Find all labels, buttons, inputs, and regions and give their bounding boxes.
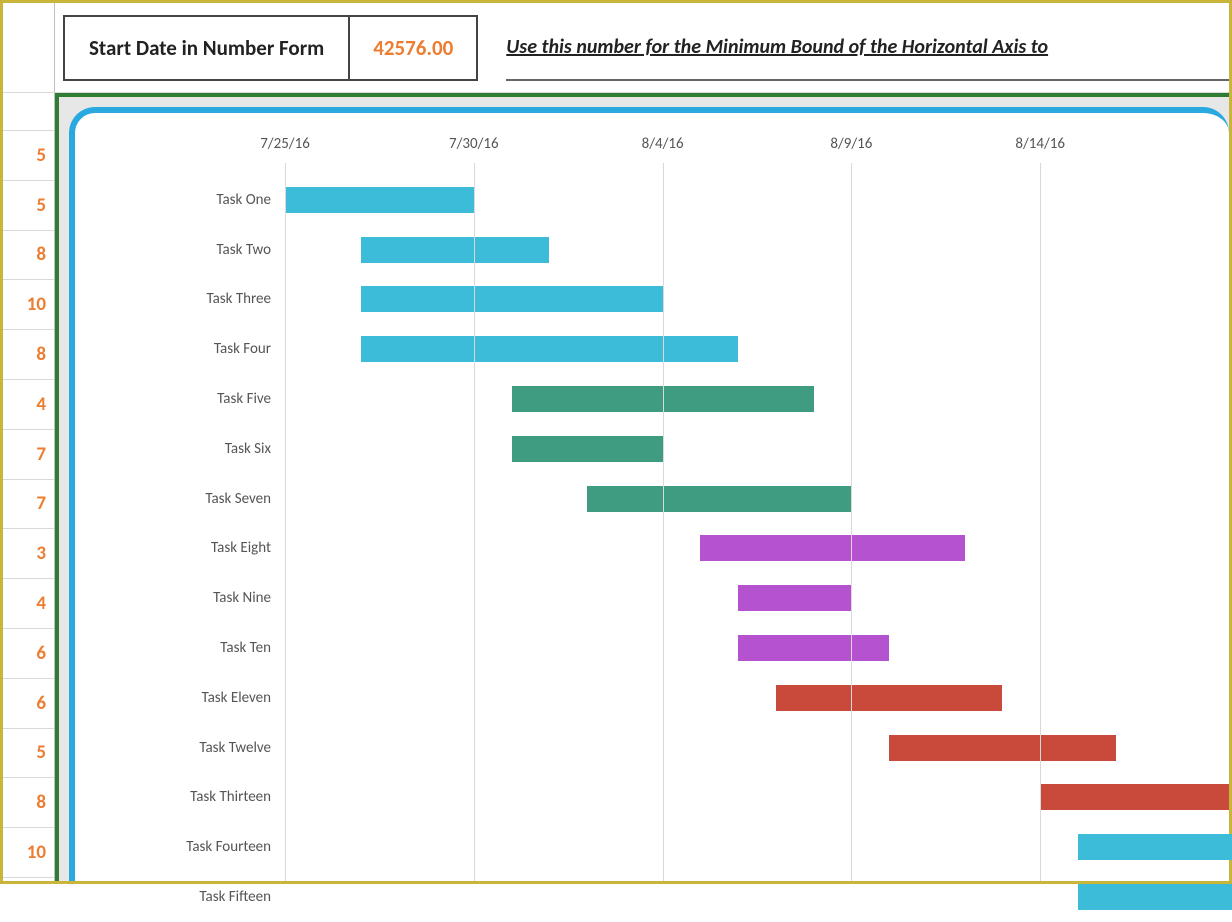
task-track	[285, 374, 1229, 424]
row-number: 10	[3, 828, 54, 878]
task-bar[interactable]	[512, 436, 663, 462]
task-label: Task Three	[105, 290, 285, 308]
header-label: Start Date in Number Form	[63, 15, 348, 81]
main-row: 55810847734665810 7/25/167/30/168/4/168/…	[3, 93, 1229, 881]
header-value: 42576.00	[348, 15, 478, 81]
row-number: 5	[3, 729, 54, 779]
header-row: Start Date in Number Form 42576.00 Use t…	[3, 3, 1229, 93]
chart-frame: 7/25/16 7/30/16 8/4/16 8/9/16 8/14/16 Task O…	[69, 107, 1229, 881]
task-track	[285, 773, 1229, 823]
task-row: Task Four	[105, 324, 1229, 374]
task-row: Task Five	[105, 374, 1229, 424]
row-number: 3	[3, 529, 54, 579]
task-label: Task Nine	[105, 589, 285, 607]
task-track	[285, 474, 1229, 524]
task-track	[285, 573, 1229, 623]
gridline	[1040, 163, 1041, 881]
task-bar[interactable]	[361, 286, 663, 312]
task-track	[285, 175, 1229, 225]
row-number: 10	[3, 280, 54, 330]
task-track	[285, 324, 1229, 374]
task-bar[interactable]	[361, 237, 550, 263]
task-bar[interactable]	[1078, 834, 1232, 860]
x-tick-label: 8/14/16	[1015, 135, 1065, 153]
task-bar[interactable]	[1040, 784, 1229, 810]
task-label: Task Six	[105, 440, 285, 458]
x-tick-label: 7/25/16	[260, 135, 310, 153]
task-row: Task Thirteen	[105, 773, 1229, 823]
task-track	[285, 623, 1229, 673]
task-bar[interactable]	[361, 336, 739, 362]
header-hint: Use this number for the Minimum Bound of…	[506, 15, 1229, 81]
task-label: Task Fifteen	[105, 888, 285, 906]
task-track	[285, 872, 1229, 922]
task-row: Task Fourteen	[105, 822, 1229, 872]
task-bar[interactable]	[700, 535, 964, 561]
task-row: Task Eight	[105, 524, 1229, 574]
task-bar[interactable]	[738, 635, 889, 661]
task-track	[285, 673, 1229, 723]
task-row: Task Three	[105, 275, 1229, 325]
task-bar[interactable]	[587, 486, 851, 512]
task-row: Task Seven	[105, 474, 1229, 524]
task-label: Task One	[105, 191, 285, 209]
gridline	[285, 163, 286, 881]
task-label: Task Eleven	[105, 689, 285, 707]
task-label: Task Seven	[105, 490, 285, 508]
row-number: 8	[3, 330, 54, 380]
task-row: Task Nine	[105, 573, 1229, 623]
task-track	[285, 275, 1229, 325]
x-tick-label: 8/9/16	[830, 135, 872, 153]
task-row: Task Ten	[105, 623, 1229, 673]
row-number: 7	[3, 430, 54, 480]
task-track	[285, 723, 1229, 773]
task-row: Task Two	[105, 225, 1229, 275]
x-tick-label: 8/4/16	[642, 135, 684, 153]
task-row: Task One	[105, 175, 1229, 225]
task-row: Task Fifteen	[105, 872, 1229, 922]
row-number: 5	[3, 181, 54, 231]
row-number: 5	[3, 131, 54, 181]
header-stub	[3, 3, 55, 92]
task-bar[interactable]	[1078, 884, 1232, 910]
task-track	[285, 225, 1229, 275]
bars-area: Task One Task Two Task Three Task Four Task …	[105, 175, 1229, 881]
left-spacer	[3, 93, 54, 131]
task-bar[interactable]	[776, 685, 1003, 711]
row-number: 8	[3, 231, 54, 281]
task-label: Task Two	[105, 241, 285, 259]
task-row: Task Eleven	[105, 673, 1229, 723]
gridline	[663, 163, 664, 881]
task-label: Task Thirteen	[105, 788, 285, 806]
task-bar[interactable]	[285, 187, 474, 213]
task-track	[285, 424, 1229, 474]
row-numbers-column: 55810847734665810	[3, 93, 55, 881]
x-tick-label: 7/30/16	[449, 135, 499, 153]
x-axis: 7/25/167/30/168/4/168/9/168/14/16	[285, 135, 1229, 159]
chart-container: 7/25/16 7/30/16 8/4/16 8/9/16 8/14/16 Task O…	[55, 93, 1229, 881]
gantt-chart[interactable]: 7/25/16 7/30/16 8/4/16 8/9/16 8/14/16 Task O…	[105, 135, 1229, 881]
row-number: 6	[3, 629, 54, 679]
task-label: Task Five	[105, 390, 285, 408]
task-label: Task Eight	[105, 539, 285, 557]
task-label: Task Fourteen	[105, 838, 285, 856]
row-number: 4	[3, 579, 54, 629]
task-row: Task Twelve	[105, 723, 1229, 773]
task-bar[interactable]	[738, 585, 851, 611]
gridline	[474, 163, 475, 881]
row-number: 7	[3, 480, 54, 530]
gridline	[851, 163, 852, 881]
task-label: Task Ten	[105, 639, 285, 657]
row-number: 4	[3, 380, 54, 430]
task-label: Task Twelve	[105, 739, 285, 757]
row-number: 8	[3, 778, 54, 828]
task-row: Task Six	[105, 424, 1229, 474]
task-label: Task Four	[105, 340, 285, 358]
task-track	[285, 524, 1229, 574]
row-number: 6	[3, 679, 54, 729]
task-track	[285, 822, 1229, 872]
task-bar[interactable]	[889, 735, 1116, 761]
